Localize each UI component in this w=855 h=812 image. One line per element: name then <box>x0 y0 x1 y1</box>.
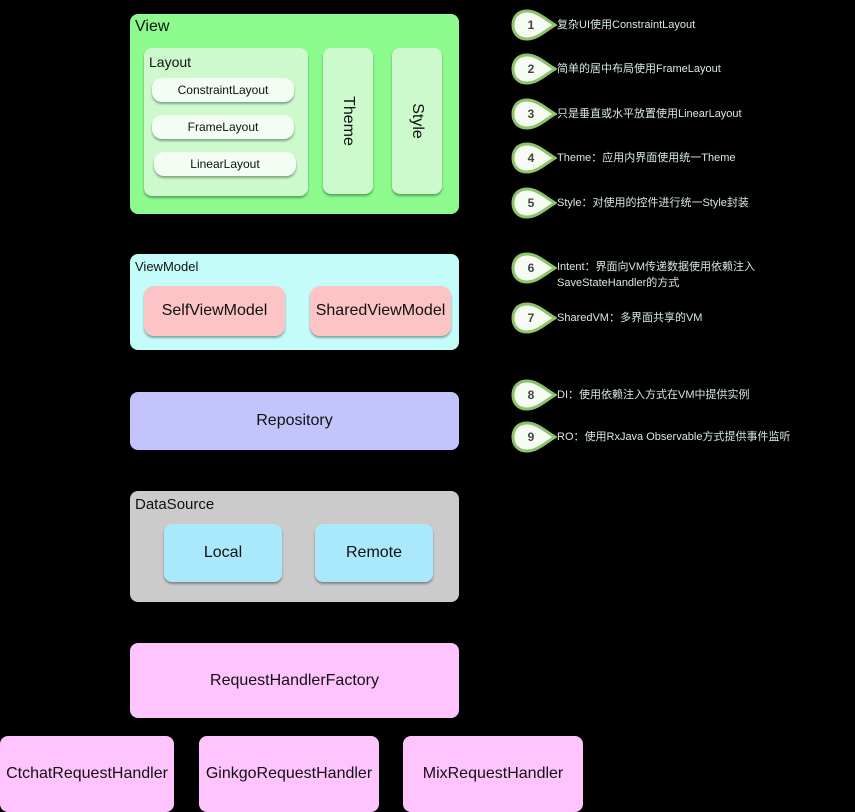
viewmodel-layer: ViewModel SelfViewModel SharedViewModel <box>130 254 459 350</box>
number-callout-icon: 9 <box>511 421 557 453</box>
request-handler-factory-label: RequestHandlerFactory <box>210 671 379 689</box>
note-number: 9 <box>527 430 535 444</box>
constraint-layout-node: ConstraintLayout <box>152 78 294 102</box>
number-callout-icon: 2 <box>511 53 557 85</box>
local-datasource-node: Local <box>164 524 282 582</box>
note-number: 2 <box>527 62 535 76</box>
note-text: 简单的居中布局使用FrameLayout <box>557 63 721 75</box>
number-callout-icon: 3 <box>511 98 557 130</box>
note-text: RO：使用RxJava Observable方式提供事件监听 <box>557 431 791 443</box>
note-number: 8 <box>527 388 535 402</box>
note-number: 1 <box>527 18 535 32</box>
note-text: Style：对使用的控件进行统一Style封装 <box>557 197 749 209</box>
shared-viewmodel-node: SharedViewModel <box>310 286 451 336</box>
request-handler-factory-node: RequestHandlerFactory <box>130 643 459 718</box>
mix-request-handler-label: MixRequestHandler <box>422 765 564 782</box>
ctchat-request-handler-label: CtchatRequestHandler <box>6 765 168 782</box>
linear-layout-node: LinearLayout <box>154 152 296 176</box>
repository-node: Repository <box>130 392 459 450</box>
number-callout-icon: 5 <box>511 187 557 219</box>
note-number: 3 <box>527 107 535 121</box>
note-number: 4 <box>527 151 535 165</box>
note-text: Intent：界面向VM传递数据使用依赖注入 SaveStateHandler的… <box>557 259 755 291</box>
ginkgo-request-handler-node: GinkgoRequestHandler <box>199 736 379 812</box>
style-node: Style <box>392 48 442 194</box>
ginkgo-request-handler-label: GinkgoRequestHandler <box>205 765 373 782</box>
number-callout-icon: 6 <box>511 252 557 284</box>
view-title: View <box>135 18 170 35</box>
repository-label: Repository <box>256 412 333 429</box>
note-text: DI：使用依赖注入方式在VM中提供实例 <box>557 389 750 401</box>
view-layer: View Layout ConstraintLayout FrameLayout… <box>130 14 459 214</box>
theme-node: Theme <box>323 48 373 194</box>
frame-layout-node: FrameLayout <box>152 115 294 139</box>
datasource-title: DataSource <box>135 496 215 513</box>
note-number: 6 <box>527 261 535 275</box>
note-number: 5 <box>527 196 535 210</box>
datasource-layer: DataSource Local Remote <box>130 491 459 602</box>
number-callout-icon: 4 <box>511 142 557 174</box>
ctchat-request-handler-node: CtchatRequestHandler <box>0 736 174 812</box>
note-text: Theme：应用内界面使用统一Theme <box>557 152 736 164</box>
style-label: Style <box>408 103 426 139</box>
layout-title: Layout <box>149 54 192 70</box>
layout-group: Layout ConstraintLayout FrameLayout Line… <box>144 48 308 196</box>
note-text-line: SaveStateHandler的方式 <box>557 277 680 289</box>
number-callout-icon: 1 <box>511 9 557 41</box>
note-text-line: Intent：界面向VM传递数据使用依赖注入 <box>557 261 756 273</box>
mix-request-handler-node: MixRequestHandler <box>403 736 583 812</box>
note-text: 只是垂直或水平放置使用LinearLayout <box>557 108 742 120</box>
viewmodel-title: ViewModel <box>135 259 199 274</box>
number-callout-icon: 8 <box>511 379 557 411</box>
self-viewmodel-node: SelfViewModel <box>144 286 285 336</box>
remote-datasource-node: Remote <box>315 524 433 582</box>
note-number: 7 <box>527 311 535 325</box>
theme-label: Theme <box>339 96 357 146</box>
note-text: 复杂UI使用ConstraintLayout <box>557 19 696 31</box>
number-callout-icon: 7 <box>511 302 557 334</box>
note-text: SharedVM：多界面共享的VM <box>557 312 703 324</box>
